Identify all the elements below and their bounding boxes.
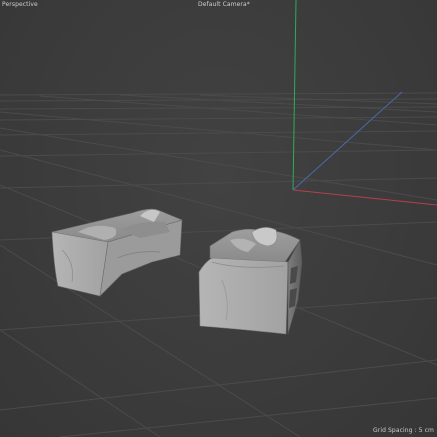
grid-spacing-label: Grid Spacing : 5 cm xyxy=(373,427,434,434)
camera-selector[interactable]: Default Camera* xyxy=(198,1,250,8)
scanned-block-right[interactable] xyxy=(198,227,303,335)
camera-modified-marker: * xyxy=(246,1,250,8)
view-mode-label[interactable]: Perspective xyxy=(2,1,38,8)
3d-viewport[interactable]: Perspective Default Camera* Grid Spacing… xyxy=(0,0,437,437)
camera-name: Default Camera xyxy=(198,1,247,8)
y-axis-line xyxy=(292,0,297,191)
scanned-block-left[interactable] xyxy=(51,208,183,297)
x-axis-line xyxy=(292,189,437,206)
scene-canvas[interactable] xyxy=(0,0,437,437)
